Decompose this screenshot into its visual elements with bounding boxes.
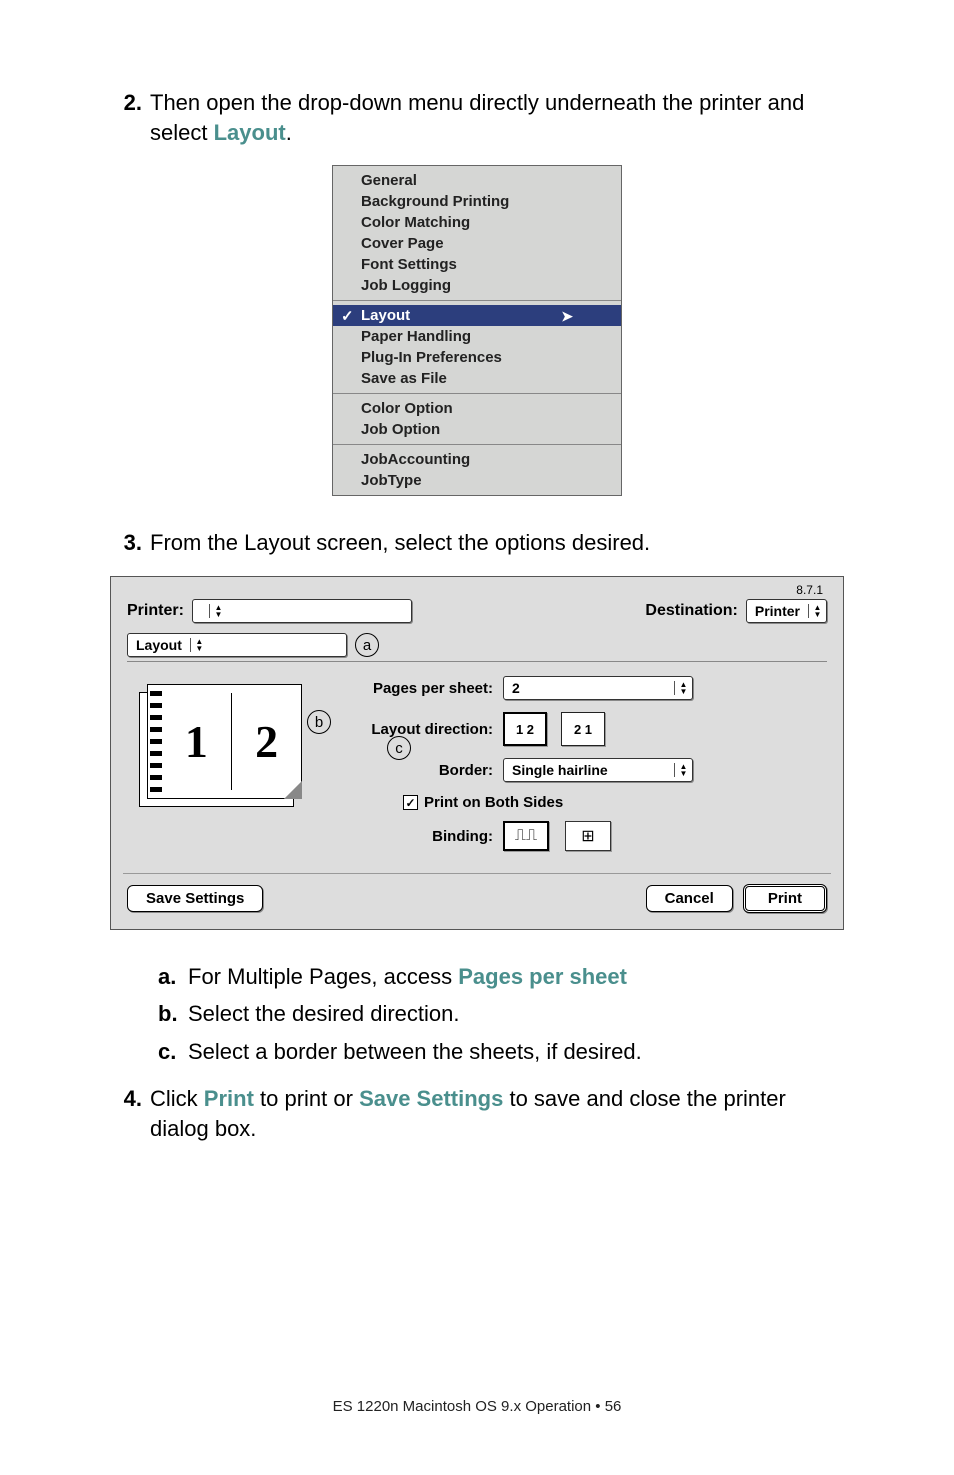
step-2-num: 2. — [110, 88, 142, 147]
callout-b: b — [307, 710, 331, 734]
menu-item-job-logging[interactable]: Job Logging — [333, 275, 621, 296]
destination-label: Destination: — [645, 602, 737, 620]
layout-direction-lr-button[interactable]: 1 2 — [503, 712, 547, 746]
step-2-text: Then open the drop-down menu directly un… — [150, 88, 844, 147]
popup-arrows-icon: ▲▼ — [674, 681, 692, 695]
layout-dialog: 8.7.1 Printer: ▲▼ Destination: Printer▲▼… — [110, 576, 844, 930]
dialog-version: 8.7.1 — [796, 583, 823, 597]
keyword-layout: Layout — [214, 120, 286, 145]
menu-item-layout[interactable]: Layout➤ — [333, 305, 621, 326]
callout-a: a — [355, 633, 379, 657]
keyword-pages-per-sheet: Pages per sheet — [458, 964, 627, 989]
popup-arrows-icon: ▲▼ — [808, 604, 826, 618]
menu-item-job-type[interactable]: JobType — [333, 470, 621, 491]
sub-steps: a.For Multiple Pages, access Pages per s… — [158, 958, 844, 1070]
menu-item-color-matching[interactable]: Color Matching — [333, 212, 621, 233]
menu-item-color-option[interactable]: Color Option — [333, 398, 621, 419]
pages-per-sheet-popup[interactable]: 2▲▼ — [503, 676, 693, 700]
printer-label: Printer: — [127, 602, 184, 620]
layout-preview: 1 2 — [135, 676, 315, 846]
print-both-sides-checkbox[interactable]: ✓ — [403, 795, 418, 810]
cancel-button[interactable]: Cancel — [646, 885, 733, 912]
pages-per-sheet-label: Pages per sheet: — [333, 680, 493, 697]
dogear-icon — [284, 781, 302, 799]
menu-item-plugin-preferences[interactable]: Plug-In Preferences — [333, 347, 621, 368]
popup-arrows-icon: ▲▼ — [209, 604, 227, 618]
step-4-text: Click Print to print or Save Settings to… — [150, 1084, 844, 1143]
menu-item-background-printing[interactable]: Background Printing — [333, 191, 621, 212]
callout-c: c — [387, 736, 411, 760]
layout-direction-label: Layout direction: — [333, 721, 493, 738]
section-popup[interactable]: Layout▲▼ — [127, 633, 347, 657]
destination-popup[interactable]: Printer▲▼ — [746, 599, 827, 623]
binding-short-edge-button[interactable]: ⊞ — [565, 821, 611, 851]
popup-arrows-icon: ▲▼ — [190, 638, 208, 652]
menu-item-cover-page[interactable]: Cover Page — [333, 233, 621, 254]
printer-popup[interactable]: ▲▼ — [192, 599, 412, 623]
dropdown-menu-screenshot: General Background Printing Color Matchi… — [332, 165, 622, 496]
binding-label: Binding: — [333, 828, 493, 845]
border-label: Border: — [333, 762, 493, 779]
step-4: 4. Click Print to print or Save Settings… — [110, 1084, 844, 1143]
save-settings-button[interactable]: Save Settings — [127, 885, 263, 912]
menu-item-save-as-file[interactable]: Save as File — [333, 368, 621, 389]
step-3-text: From the Layout screen, select the optio… — [150, 528, 844, 558]
menu-item-general[interactable]: General — [333, 170, 621, 191]
step-2: 2. Then open the drop-down menu directly… — [110, 88, 844, 147]
step-4-num: 4. — [110, 1084, 142, 1143]
menu-item-job-option[interactable]: Job Option — [333, 419, 621, 440]
layout-direction-rl-button[interactable]: 2 1 — [561, 712, 605, 746]
print-button[interactable]: Print — [743, 884, 827, 913]
menu-item-font-settings[interactable]: Font Settings — [333, 254, 621, 275]
page-footer: ES 1220n Macintosh OS 9.x Operation • 56 — [0, 1398, 954, 1415]
step-3: 3. From the Layout screen, select the op… — [110, 528, 844, 558]
menu-item-job-accounting[interactable]: JobAccounting — [333, 449, 621, 470]
binding-long-edge-button[interactable]: ⎍⎍ — [503, 821, 549, 851]
step-3-num: 3. — [110, 528, 142, 558]
print-both-sides-label: Print on Both Sides — [424, 794, 563, 811]
spiral-binding-icon — [150, 691, 162, 792]
cursor-icon: ➤ — [561, 308, 573, 325]
border-popup[interactable]: Single hairline▲▼ — [503, 758, 693, 782]
menu-item-paper-handling[interactable]: Paper Handling — [333, 326, 621, 347]
keyword-save-settings: Save Settings — [359, 1086, 503, 1111]
keyword-print: Print — [204, 1086, 254, 1111]
popup-arrows-icon: ▲▼ — [674, 763, 692, 777]
